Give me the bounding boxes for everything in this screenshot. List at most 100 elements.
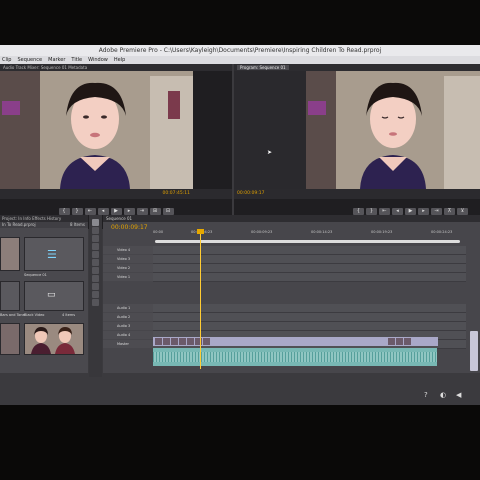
clip-thumbnail-a[interactable] bbox=[0, 323, 20, 355]
ripple-edit-tool-icon[interactable] bbox=[92, 235, 99, 242]
prog-step-forward-button[interactable]: ▸ bbox=[418, 207, 429, 215]
zoom-tool-icon[interactable] bbox=[92, 299, 99, 306]
video-clip[interactable] bbox=[153, 337, 393, 346]
project-item-count: 8 Items bbox=[69, 222, 85, 227]
project-panel: Project: In Info Effects History In To R… bbox=[0, 215, 88, 373]
play-button[interactable]: ▶ bbox=[110, 207, 122, 215]
timeline-timecode[interactable]: 00:00:09:17 bbox=[111, 224, 148, 231]
project-path-label: In To Read.prproj bbox=[2, 222, 36, 227]
program-monitor-tabs[interactable]: Program: Sequence 01 bbox=[234, 64, 480, 71]
step-forward-button[interactable]: ▸ bbox=[123, 207, 135, 215]
prog-step-back-button[interactable]: ◂ bbox=[392, 207, 403, 215]
prog-go-to-in-button[interactable]: ⇤ bbox=[379, 207, 390, 215]
tools-panel bbox=[89, 215, 102, 377]
bars-and-tone-thumbnail[interactable] bbox=[0, 281, 20, 311]
menu-clip[interactable]: Clip bbox=[2, 56, 11, 64]
clip-thumbstrip bbox=[155, 338, 210, 345]
black-video-thumbnail[interactable]: ▭ bbox=[24, 281, 84, 311]
project-item-thumbnail[interactable] bbox=[0, 237, 20, 271]
track-header[interactable]: Audio 4 bbox=[103, 331, 153, 339]
track-select-tool-icon[interactable] bbox=[92, 227, 99, 234]
folder-icon: ▭ bbox=[47, 290, 56, 300]
clip-thumbstrip bbox=[388, 338, 411, 345]
tab-program-sequence[interactable]: Program: Sequence 01 bbox=[237, 65, 289, 70]
mark-out-button[interactable]: } bbox=[71, 207, 83, 215]
slip-tool-icon[interactable] bbox=[92, 267, 99, 274]
track-header[interactable]: Audio 3 bbox=[103, 322, 153, 330]
window-title: Adobe Premiere Pro - C:\Users\Kayleigh\D… bbox=[0, 45, 480, 56]
prog-mark-in-button[interactable]: { bbox=[353, 207, 364, 215]
track-header[interactable]: Video 2 bbox=[103, 264, 153, 272]
prog-go-to-out-button[interactable]: ⇥ bbox=[431, 207, 442, 215]
prog-mark-out-button[interactable]: } bbox=[366, 207, 377, 215]
ruler-label: 00:00:09:23 bbox=[251, 230, 273, 234]
program-monitor-bar: 00:00:09:17 bbox=[234, 189, 480, 199]
menu-sequence[interactable]: Sequence bbox=[17, 56, 42, 64]
hand-tool-icon[interactable] bbox=[92, 291, 99, 298]
go-to-out-button[interactable]: ⇥ bbox=[136, 207, 148, 215]
bars-and-tone-label: Bars and Tone bbox=[0, 313, 25, 317]
ruler-label: 00:00:24:23 bbox=[431, 230, 453, 234]
source-video-image bbox=[0, 71, 193, 189]
black-video-label: Black Video bbox=[24, 313, 45, 317]
track-header[interactable]: Video 4 bbox=[103, 246, 153, 254]
ruler-label: 00:00 bbox=[153, 230, 164, 234]
sequence-icon: ☰ bbox=[47, 248, 57, 261]
mark-in-button[interactable]: { bbox=[58, 207, 70, 215]
menu-title[interactable]: Title bbox=[71, 56, 82, 64]
sequence-thumbnail[interactable]: ☰ bbox=[24, 237, 84, 271]
razor-tool-icon[interactable] bbox=[92, 259, 99, 266]
track-header[interactable]: Audio 2 bbox=[103, 313, 153, 321]
prog-play-button[interactable]: ▶ bbox=[405, 207, 416, 215]
volume-icon[interactable]: ◀ bbox=[456, 391, 461, 399]
menu-bar: Clip Sequence Marker Title Window Help bbox=[0, 56, 480, 64]
playhead-handle[interactable] bbox=[197, 229, 204, 234]
source-monitor: 00:07:45:11 { } ⇤ ◂ ▶ ▸ ⇥ ⊞ ⊟ bbox=[0, 71, 232, 229]
tray-icon[interactable]: ◐ bbox=[440, 391, 446, 399]
program-monitor: ➤ 00:00:09:17 { } ⇤ ◂ ▶ ▸ ⇥ ⊼ ⊻ bbox=[234, 71, 480, 229]
sequence-label: Sequence 01 bbox=[24, 273, 47, 277]
clip-thumbnail-b[interactable] bbox=[24, 323, 84, 355]
lift-button[interactable]: ⊼ bbox=[444, 207, 455, 215]
insert-button[interactable]: ⊞ bbox=[149, 207, 161, 215]
monitor-screen: Adobe Premiere Pro - C:\Users\Kayleigh\D… bbox=[0, 45, 480, 405]
program-video-frame bbox=[306, 71, 480, 189]
menu-marker[interactable]: Marker bbox=[48, 56, 65, 64]
track-header[interactable]: Video 1 bbox=[103, 273, 153, 281]
track-header[interactable]: Audio 1 bbox=[103, 304, 153, 312]
selection-tool-icon[interactable] bbox=[92, 219, 99, 226]
slide-tool-icon[interactable] bbox=[92, 275, 99, 282]
track-video-1: Video 1 bbox=[103, 273, 480, 282]
audio-waveform bbox=[153, 352, 437, 362]
program-timecode: 00:00:09:17 bbox=[237, 191, 265, 196]
help-icon[interactable]: ? bbox=[424, 391, 428, 399]
pen-tool-icon[interactable] bbox=[92, 283, 99, 290]
program-monitor-empty-area bbox=[234, 71, 306, 189]
program-video-image bbox=[306, 71, 480, 189]
menu-window[interactable]: Window bbox=[88, 56, 108, 64]
timeline-vertical-scrollbar[interactable] bbox=[470, 331, 478, 371]
track-header[interactable]: Master bbox=[103, 340, 153, 348]
rolling-edit-tool-icon[interactable] bbox=[92, 243, 99, 250]
extract-button[interactable]: ⊻ bbox=[457, 207, 468, 215]
track-video-2: Video 2 bbox=[103, 264, 480, 273]
ruler-label: 00:00:14:23 bbox=[311, 230, 333, 234]
timeline-tab[interactable]: Sequence 01 bbox=[103, 215, 480, 222]
mouse-cursor-icon: ➤ bbox=[267, 149, 273, 156]
track-header[interactable]: Video 3 bbox=[103, 255, 153, 263]
step-back-button[interactable]: ◂ bbox=[97, 207, 109, 215]
video-clip-end[interactable] bbox=[386, 337, 438, 346]
clip-thumbnail-image bbox=[25, 324, 83, 354]
audio-clip[interactable] bbox=[153, 348, 437, 366]
timeline-panel: Sequence 01 00:00:09:17 00:00 00:00:04:2… bbox=[103, 215, 480, 373]
project-panel-tabs[interactable]: Project: In Info Effects History bbox=[0, 215, 88, 222]
playhead[interactable] bbox=[200, 229, 201, 369]
go-to-in-button[interactable]: ⇤ bbox=[84, 207, 96, 215]
track-video-3: Video 3 bbox=[103, 255, 480, 264]
source-monitor-tabs[interactable]: Audio Track Mixer: Sequence 01 Metadata bbox=[0, 64, 232, 71]
menu-help[interactable]: Help bbox=[114, 56, 125, 64]
bin-item-count: 4 Items bbox=[62, 313, 76, 317]
overwrite-button[interactable]: ⊟ bbox=[162, 207, 174, 215]
rate-stretch-tool-icon[interactable] bbox=[92, 251, 99, 258]
source-video-frame bbox=[0, 71, 193, 189]
